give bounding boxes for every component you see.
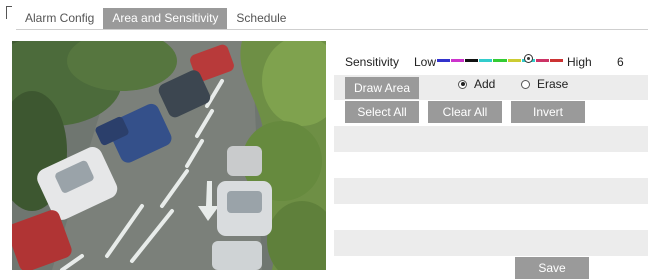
sensitivity-scale-segment: [507, 59, 521, 62]
radio-unselected-icon: [521, 79, 530, 89]
sensitivity-slider-handle[interactable]: [523, 54, 533, 63]
sensitivity-scale-segment: [437, 59, 451, 62]
frame-corner: [6, 6, 12, 19]
sensitivity-scale-segment: [549, 59, 563, 62]
camera-preview[interactable]: [12, 41, 326, 270]
sensitivity-low-label: Low: [414, 55, 437, 69]
row-stripe: [334, 178, 648, 204]
mode-add-label: Add: [474, 77, 496, 91]
save-button[interactable]: Save: [515, 257, 589, 279]
camera-image: [12, 41, 326, 270]
tab-schedule[interactable]: Schedule: [227, 8, 295, 29]
mode-add-radio[interactable]: Add: [458, 77, 495, 91]
radio-selected-icon: [458, 79, 467, 89]
tab-alarm-config[interactable]: Alarm Config: [16, 8, 103, 29]
tab-area-and-sensitivity[interactable]: Area and Sensitivity: [103, 8, 228, 29]
sensitivity-scale-segment: [493, 59, 507, 62]
sensitivity-high-label: High: [567, 55, 592, 69]
sensitivity-scale-segment: [465, 59, 479, 62]
tab-divider: [16, 29, 648, 30]
sensitivity-scale-segment: [535, 59, 549, 62]
tab-bar: Alarm Config Area and Sensitivity Schedu…: [16, 8, 295, 29]
sensitivity-slider[interactable]: [437, 59, 564, 62]
row-stripe: [334, 126, 648, 152]
sensitivity-scale-segment: [451, 59, 465, 62]
mode-erase-radio[interactable]: Erase: [521, 77, 568, 91]
invert-button[interactable]: Invert: [511, 101, 585, 123]
select-all-button[interactable]: Select All: [345, 101, 419, 123]
draw-area-button[interactable]: Draw Area: [345, 77, 419, 99]
settings-panel: Sensitivity Low High 6 Draw Area Add Era…: [334, 49, 648, 279]
sensitivity-label: Sensitivity: [345, 55, 400, 69]
clear-all-button[interactable]: Clear All: [428, 101, 502, 123]
sensitivity-value: 6: [617, 55, 624, 69]
mode-erase-label: Erase: [537, 77, 569, 91]
row-stripe: [334, 230, 648, 256]
sensitivity-scale-segment: [479, 59, 493, 62]
